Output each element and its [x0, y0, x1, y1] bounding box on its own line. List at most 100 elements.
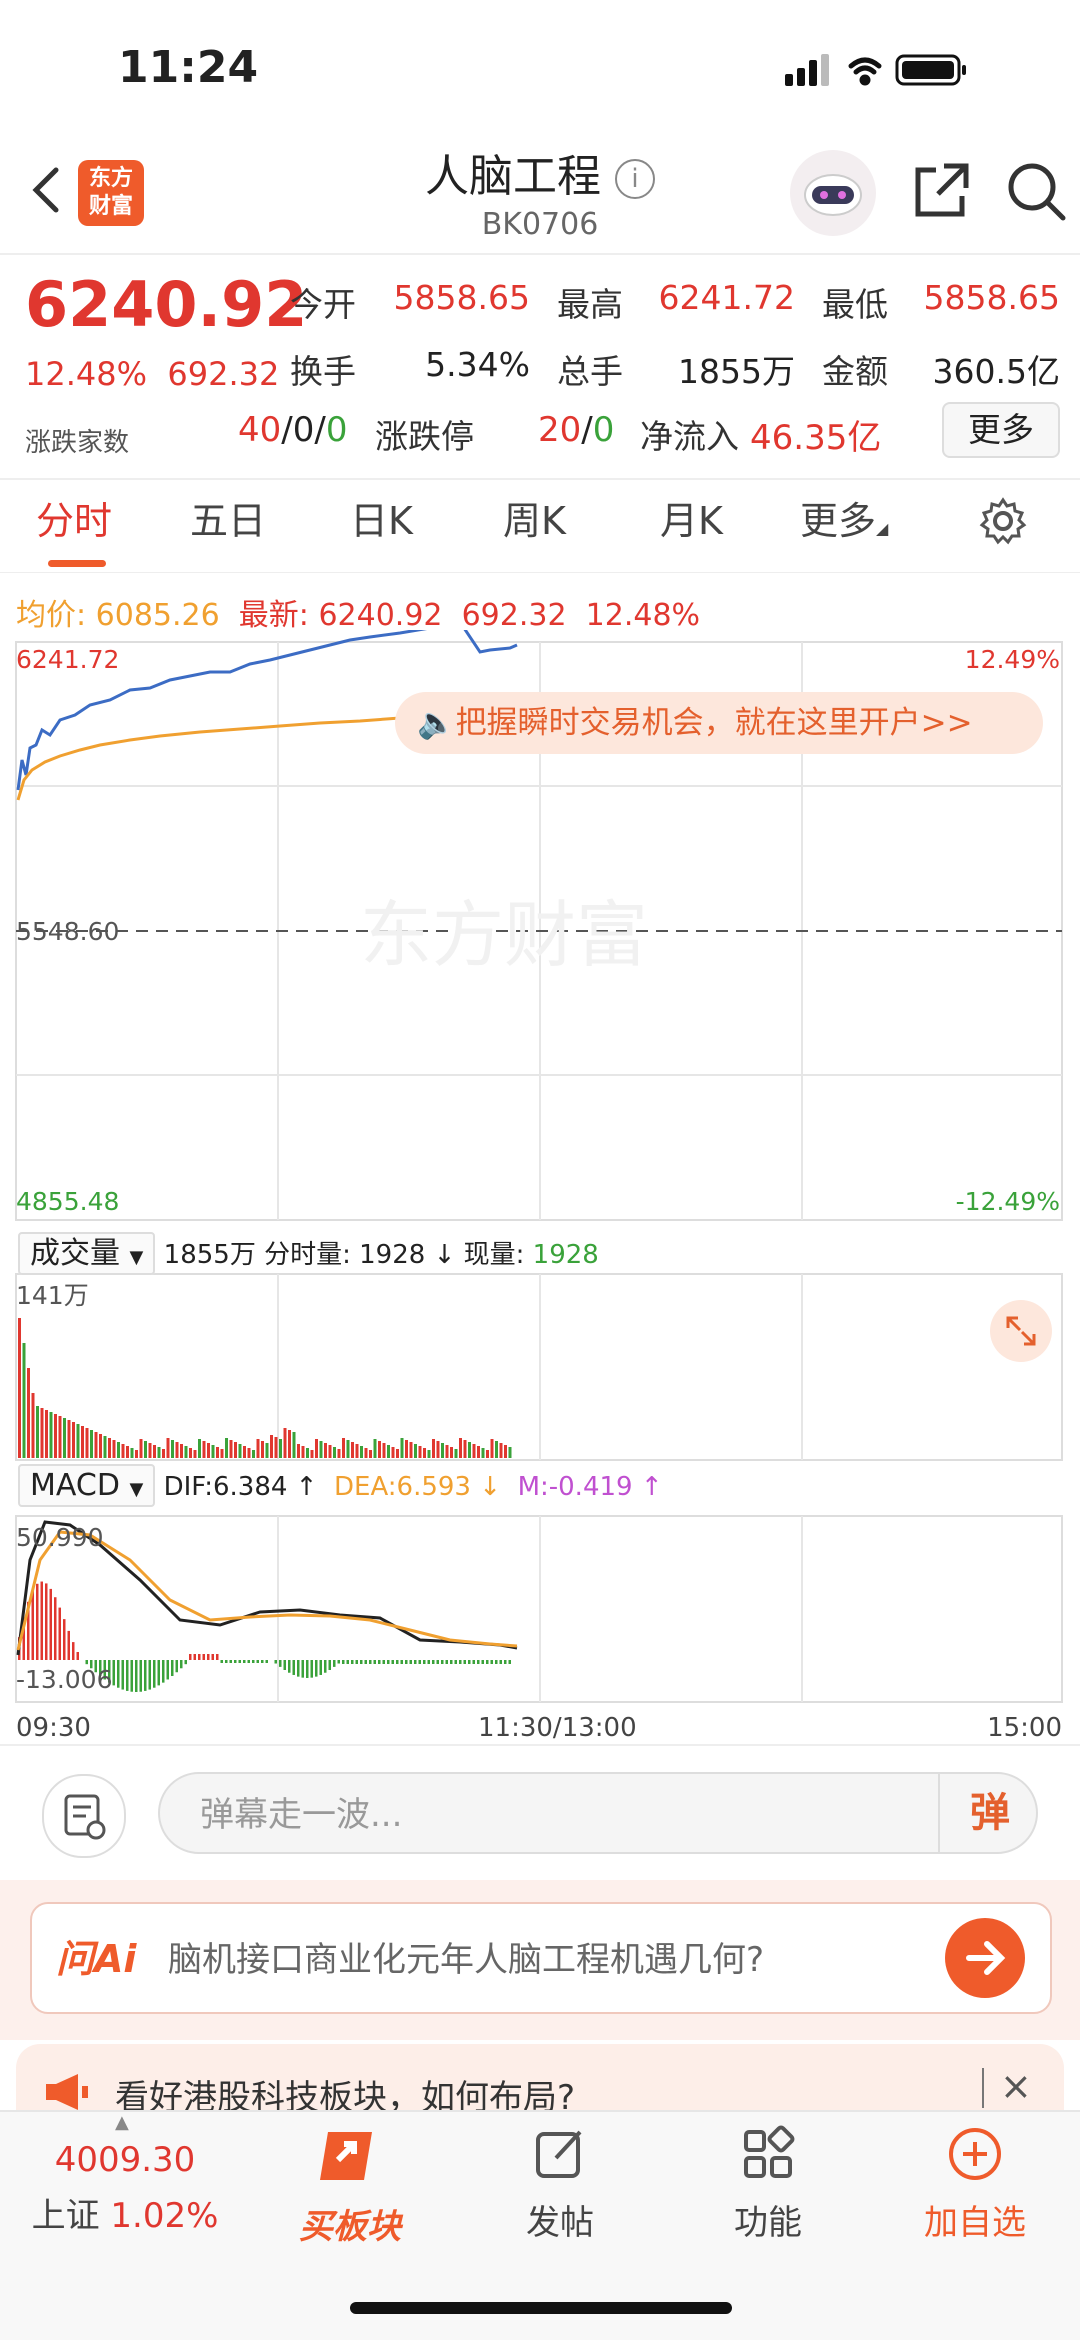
tab-intraday[interactable]: 分时: [36, 490, 112, 545]
wifi-icon: [848, 57, 882, 86]
pct-axis-top: 12.49%: [965, 645, 1060, 674]
volume-bar: [126, 1446, 129, 1458]
volume-bar: [36, 1406, 39, 1458]
macd-bar: [409, 1660, 412, 1664]
share-icon[interactable]: [910, 160, 972, 226]
volume-bar: [432, 1439, 435, 1458]
macd-bar: [481, 1660, 484, 1664]
tab-daily-k[interactable]: 日K: [350, 490, 413, 545]
y-axis-mid: 5548.60: [16, 917, 119, 946]
dif-value: DIF:6.384 ↑: [163, 1472, 318, 1502]
volume-bar: [306, 1448, 309, 1458]
volume-bar: [225, 1438, 228, 1458]
macd-bar: [427, 1660, 430, 1664]
functions-button[interactable]: 功能: [698, 2122, 838, 2244]
open-value: 5858.65: [393, 278, 530, 317]
dropdown-icon: ▼: [129, 1247, 144, 1268]
tab-more[interactable]: 更多◢: [800, 490, 888, 545]
volume-bar: [135, 1450, 138, 1458]
expand-icon[interactable]: [990, 1300, 1052, 1362]
sep: /: [281, 410, 293, 450]
tab-five-day[interactable]: 五日: [190, 490, 266, 545]
volume-bar: [369, 1450, 372, 1458]
volume-bar: [234, 1442, 237, 1458]
comment-list-icon[interactable]: [42, 1774, 126, 1858]
index-ticker[interactable]: 4009.30 上证 1.02%: [30, 2140, 220, 2237]
settings-icon[interactable]: [978, 496, 1028, 555]
tab-weekly-k[interactable]: 周K: [503, 490, 566, 545]
macd-bar: [333, 1660, 336, 1667]
volume-bar: [198, 1439, 201, 1458]
volume-bar: [103, 1436, 107, 1458]
dropdown-icon: ▼: [129, 1479, 144, 1500]
buy-sector-button[interactable]: 买板块: [280, 2122, 420, 2248]
down-count: 0: [325, 410, 348, 450]
volume-bar: [342, 1438, 345, 1458]
volume-bar: [27, 1368, 30, 1458]
volume-bar: [508, 1447, 512, 1458]
open-account-banner[interactable]: 🔈把握瞬时交易机会，就在这里开户>>: [395, 692, 1043, 754]
macd-bar: [126, 1660, 129, 1691]
signal-icon: [785, 54, 829, 86]
macd-bar: [274, 1660, 277, 1664]
intraday-chart[interactable]: 东方财富 6241.72 5548.60 4855.48 12.49% -12.…: [0, 630, 1080, 1752]
macd-bar: [121, 1660, 124, 1690]
status-time: 11:24: [118, 42, 259, 93]
volume-bar: [220, 1449, 224, 1458]
high-label: 最高: [557, 285, 623, 324]
macd-bar: [256, 1660, 259, 1663]
macd-bar: [252, 1660, 255, 1663]
period-tabs: 分时 五日 日K 周K 月K 更多◢: [0, 490, 1080, 570]
macd-bar: [216, 1654, 219, 1660]
search-icon[interactable]: [1005, 160, 1067, 226]
close-icon[interactable]: ×: [1000, 2064, 1032, 2108]
volume-bar: [153, 1445, 156, 1458]
buy-sector-icon: [320, 2132, 372, 2180]
amount-label: 金额: [822, 352, 888, 391]
macd-bar: [490, 1660, 493, 1664]
volume-bar: [162, 1449, 165, 1458]
more-button[interactable]: 更多: [942, 402, 1060, 458]
add-watchlist-button[interactable]: 加自选: [905, 2122, 1045, 2244]
danmu-input[interactable]: 弹幕走一波...: [158, 1772, 1038, 1854]
volume-bar: [337, 1449, 341, 1458]
volume-indicator-select[interactable]: 成交量 ▼: [18, 1232, 156, 1275]
last-price: 6240.92: [25, 268, 308, 341]
volume-bar: [202, 1441, 206, 1458]
volume-bar: [175, 1442, 179, 1458]
volume-bar: [310, 1450, 314, 1458]
macd-bar: [144, 1660, 147, 1691]
assistant-avatar[interactable]: [790, 150, 876, 236]
turnover-label: 换手: [290, 352, 356, 391]
volume-bar: [157, 1447, 161, 1458]
volume-bar: [72, 1422, 75, 1458]
sep: /: [314, 410, 326, 450]
macd-bar: [63, 1619, 66, 1660]
low-value: 5858.65: [923, 278, 1060, 317]
divider: [0, 572, 1080, 573]
latest-label: 最新:: [238, 598, 309, 633]
macd-bar: [292, 1660, 295, 1675]
macd-indicator-select[interactable]: MACD ▼: [18, 1464, 156, 1507]
macd-bar: [45, 1583, 48, 1660]
macd-bar: [153, 1660, 156, 1688]
post-button[interactable]: 发帖: [490, 2122, 630, 2244]
macd-bar: [351, 1660, 354, 1664]
macd-bar: [450, 1660, 453, 1664]
danmu-button[interactable]: 弹: [938, 1772, 1040, 1854]
tab-monthly-k[interactable]: 月K: [660, 490, 723, 545]
macd-bar: [238, 1660, 241, 1663]
arrow-right-icon[interactable]: [945, 1918, 1025, 1998]
macd-bottom: -13.006: [16, 1665, 113, 1694]
volume-bar: [405, 1440, 408, 1458]
volume-bar: [121, 1444, 125, 1458]
macd-bar: [468, 1660, 471, 1664]
macd-bar: [364, 1660, 367, 1664]
flat-count: 0: [292, 410, 315, 450]
info-icon[interactable]: i: [615, 159, 655, 199]
volume-bar: [207, 1443, 210, 1458]
volume-bar: [324, 1443, 327, 1458]
macd-bar: [306, 1660, 309, 1678]
volume-bar: [166, 1438, 170, 1458]
volume-bar: [459, 1438, 462, 1458]
